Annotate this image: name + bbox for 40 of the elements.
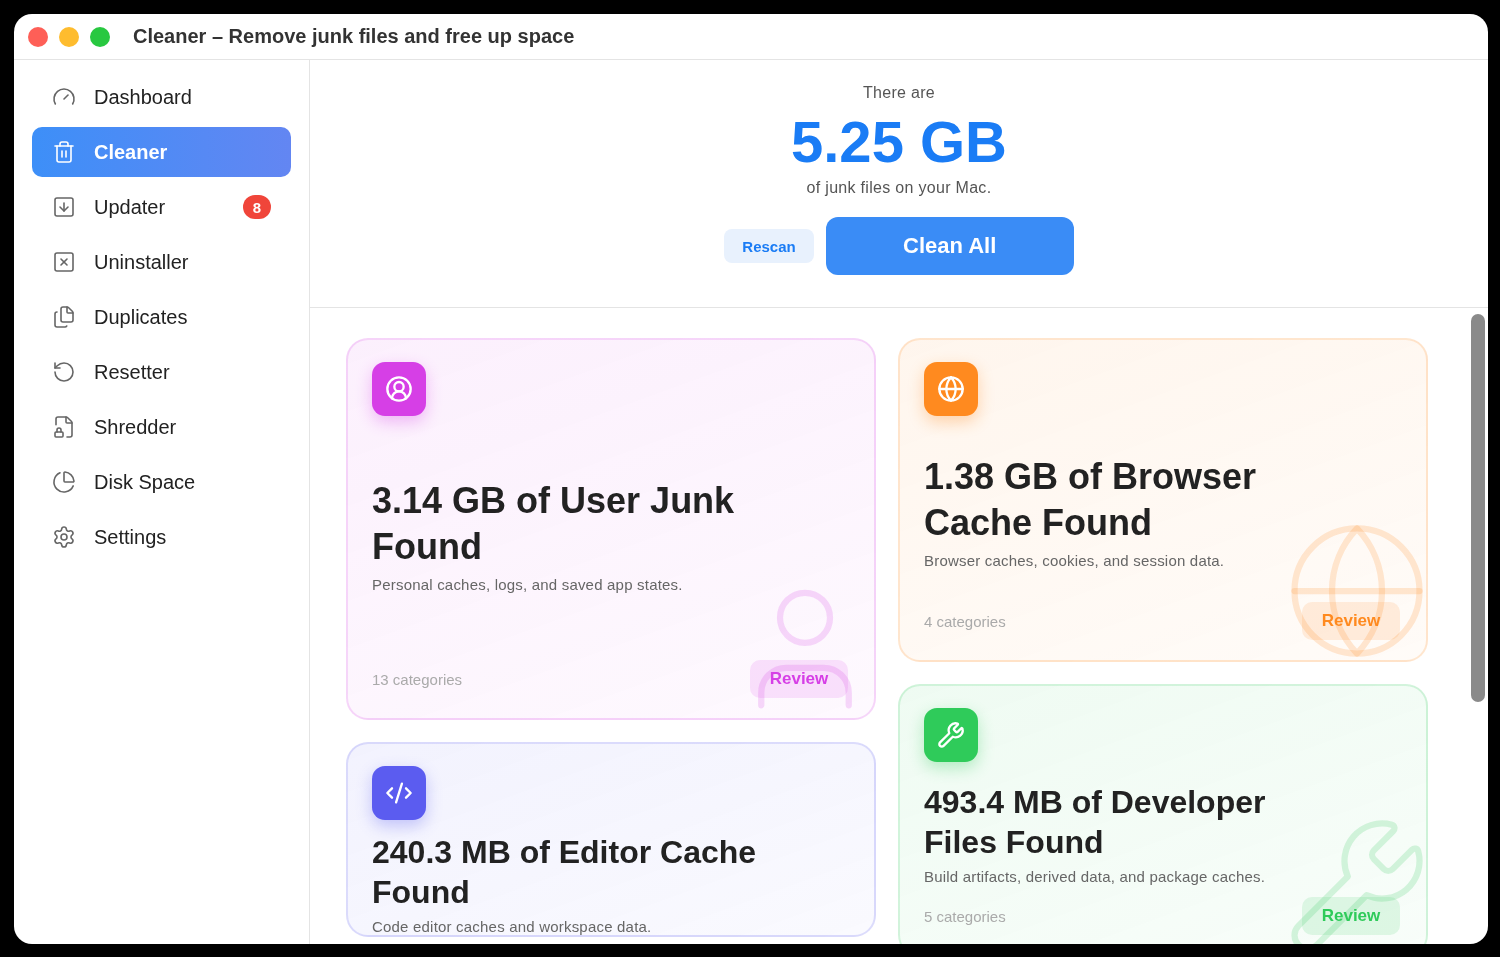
card-title: 3.14 GB of User Junk Found (372, 479, 736, 569)
file-lock-icon (52, 415, 76, 439)
card-description: Browser caches, cookies, and session data. (924, 552, 1226, 569)
category-count: 4 categories (924, 612, 1006, 630)
window-title: Cleaner – Remove junk files and free up space (133, 25, 575, 48)
summary-suffix: of junk files on your Mac. (806, 179, 992, 197)
sidebar-item[interactable]: Shredder (32, 402, 291, 452)
sidebar-item[interactable]: Disk Space (32, 457, 291, 507)
card-title: 493.4 MB of Developer Files Found (924, 783, 1267, 862)
trash-icon (52, 140, 76, 164)
close-icon (52, 250, 76, 274)
sidebar-item[interactable]: Updater 8 (32, 182, 291, 232)
category-count: 13 categories (372, 670, 463, 688)
card-description: Code editor caches and workspace data. (372, 918, 653, 935)
user-icon (385, 375, 413, 403)
card-description: Build artifacts, derived data, and package caches. (924, 868, 1267, 885)
sidebar-item[interactable]: Settings (32, 512, 291, 562)
scrollbar-thumb[interactable] (1471, 314, 1485, 702)
card-description: Personal caches, logs, and saved app states. (372, 576, 684, 593)
zoom-button[interactable] (90, 26, 110, 47)
category-count: 5 categories (924, 907, 1006, 925)
files-icon (52, 305, 76, 329)
summary-prefix: There are (862, 84, 936, 102)
sidebar-item[interactable]: Uninstaller (32, 237, 291, 287)
card-title: 1.38 GB of Browser Cache Found (924, 455, 1258, 545)
sidebar-item[interactable]: Duplicates (32, 292, 291, 342)
wrench-icon (937, 721, 965, 749)
card-title: 240.3 MB of Editor Cache Found (372, 833, 758, 912)
minimize-button[interactable] (59, 26, 79, 47)
close-button[interactable] (28, 26, 48, 47)
count-badge: 8 (243, 195, 271, 219)
pie-chart-icon (52, 470, 76, 494)
reset-icon (52, 360, 76, 384)
sidebar-item[interactable]: Dashboard (32, 72, 291, 122)
globe-icon (937, 375, 965, 403)
settings-icon (52, 525, 76, 549)
sidebar-item[interactable]: Resetter (32, 347, 291, 397)
rescan-button[interactable]: Rescan (724, 229, 814, 263)
download-icon (52, 195, 76, 219)
junk-total: 5.25 GB (791, 108, 1007, 175)
